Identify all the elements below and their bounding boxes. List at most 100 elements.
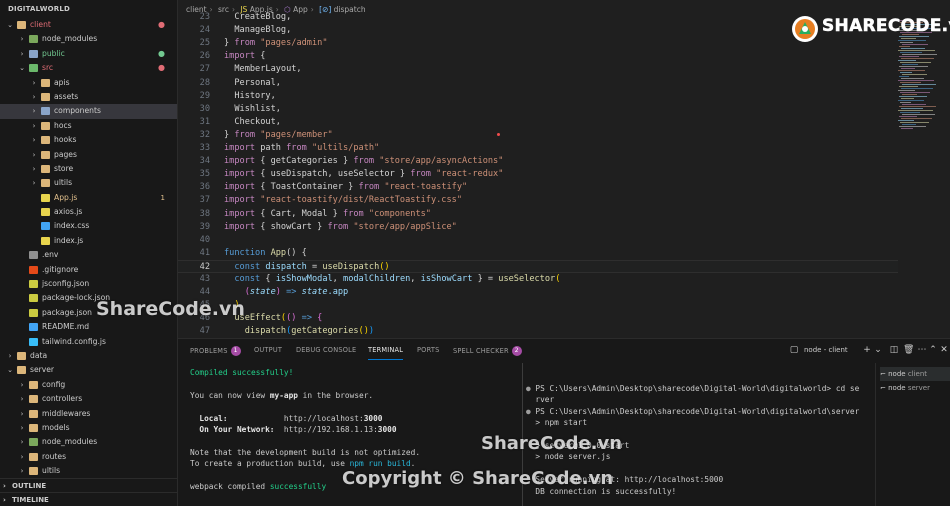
outline-section[interactable]: › OUTLINE: [0, 478, 177, 492]
panel-tab-terminal[interactable]: TERMINAL: [368, 346, 404, 360]
code-line[interactable]: 34 import { getCategories } from "store/a…: [178, 155, 898, 168]
code-token: "react-toastify/dist/ReactToastify.css": [255, 195, 463, 206]
tree-item-label: store: [54, 163, 74, 173]
tree-item[interactable]: › node_modules: [0, 435, 177, 449]
tree-item[interactable]: App.js 1: [0, 191, 177, 205]
tree-item[interactable]: › hooks: [0, 133, 177, 147]
chevron-right-icon: ›: [3, 496, 6, 504]
tree-item[interactable]: › assets: [0, 90, 177, 104]
code-line[interactable]: 27 MemberLayout,: [178, 63, 898, 76]
code-line[interactable]: 31 Checkout,: [178, 116, 898, 129]
folder-icon: [29, 467, 38, 476]
tree-item[interactable]: tailwind.config.js: [0, 335, 177, 349]
tree-item[interactable]: › controllers: [0, 392, 177, 406]
tree-item[interactable]: › store: [0, 162, 177, 176]
tree-item[interactable]: ⌄ client ●: [0, 18, 177, 32]
code-token: (: [555, 274, 561, 284]
chevron-down-icon[interactable]: ⌄: [873, 345, 883, 355]
folder-icon: [29, 380, 38, 389]
code-token: History,: [224, 90, 276, 101]
code-line[interactable]: 45 ): [178, 299, 898, 312]
code-line[interactable]: 36 import { ToastContainer } from "react-…: [178, 181, 898, 194]
tree-item[interactable]: jsconfig.json: [0, 277, 177, 291]
code-line[interactable]: 43 const { isShowModal, modalChildren, i…: [178, 273, 898, 286]
add-terminal-icon[interactable]: +: [862, 345, 872, 355]
terminal-line: Compiled successfully!: [190, 367, 420, 378]
tree-item[interactable]: › models: [0, 421, 177, 435]
code-token: "store/app/asyncActions": [374, 156, 504, 167]
tree-item[interactable]: .gitignore: [0, 263, 177, 277]
code-line[interactable]: 26 import {: [178, 50, 898, 63]
line-number: 32: [199, 129, 210, 140]
code-line[interactable]: 30 Wishlist,: [178, 103, 898, 116]
code-line[interactable]: 40: [178, 234, 898, 247]
tree-item[interactable]: README.md: [0, 320, 177, 334]
more-actions-icon[interactable]: ⋯: [917, 345, 927, 355]
tree-item[interactable]: › middlewares: [0, 407, 177, 421]
panel-tab-debug-console[interactable]: DEBUG CONSOLE: [296, 346, 356, 354]
tree-item[interactable]: › routes: [0, 450, 177, 464]
code-line[interactable]: 38 import { Cart, Modal } from "component…: [178, 208, 898, 221]
tree-item[interactable]: › data: [0, 349, 177, 363]
tree-item[interactable]: › config: [0, 378, 177, 392]
code-line[interactable]: 39 import { showCart } from "store/app/ap…: [178, 221, 898, 234]
terminal-name: node: [888, 370, 906, 378]
trash-icon[interactable]: 🗑: [903, 345, 914, 355]
code-token: isShowModal: [275, 274, 333, 284]
code-line[interactable]: 35 import { useDispatch, useSelector } fr…: [178, 168, 898, 181]
tree-item[interactable]: .env: [0, 248, 177, 262]
git-status-dot-icon: ●: [158, 63, 165, 73]
chevron-right-icon: ›: [20, 452, 24, 461]
folder-icon: [41, 78, 50, 87]
code-line[interactable]: 44 (state) => state.app: [178, 286, 898, 299]
code-text: import { getCategories } from "store/app…: [224, 155, 503, 168]
tree-item[interactable]: › components: [0, 104, 177, 119]
code-editor[interactable]: client › src › JS App.js › ⬡ App › [⊘] dispa…: [178, 0, 950, 338]
tree-item[interactable]: › ultils: [0, 176, 177, 190]
code-line[interactable]: 42 const dispatch = useDispatch(): [178, 259, 898, 273]
tree-item[interactable]: index.css: [0, 219, 177, 233]
tree-item[interactable]: › public ●: [0, 47, 177, 61]
line-number: 36: [199, 182, 210, 193]
terminal-text: http://localhost:: [227, 413, 364, 423]
terminal-text: in the browser.: [297, 390, 374, 400]
panel-tab-output[interactable]: OUTPUT: [254, 346, 282, 354]
panel-tab-problems[interactable]: PROBLEMS 1: [190, 346, 241, 356]
terminal-text: webpack compiled: [190, 481, 270, 491]
timeline-section[interactable]: › TIMELINE: [0, 492, 177, 506]
tree-item[interactable]: ⌄ server: [0, 363, 177, 377]
tree-item-label: data: [30, 350, 48, 360]
maximize-panel-icon[interactable]: ⌃: [928, 345, 938, 355]
code-line[interactable]: 33 import path from "ultils/path": [178, 142, 898, 155]
tree-item[interactable]: › ultils: [0, 464, 177, 478]
code-line[interactable]: 32} from "pages/member": [178, 129, 898, 142]
panel-tab-ports[interactable]: PORTS: [417, 346, 439, 354]
panel-tab-spell-checker[interactable]: SPELL CHECKER 2: [453, 346, 522, 356]
code-line[interactable]: 46 useEffect(() => {: [178, 312, 898, 325]
code-line[interactable]: 41 function App() {: [178, 247, 898, 260]
terminal-text: Local:: [199, 413, 228, 423]
tree-item[interactable]: › node_modules: [0, 32, 177, 46]
tree-item[interactable]: index.js: [0, 234, 177, 248]
tree-item[interactable]: ⌄ src ●: [0, 61, 177, 75]
split-terminal-icon[interactable]: ◫: [889, 345, 899, 355]
tree-item[interactable]: › hocs: [0, 119, 177, 133]
chevron-right-icon: ›: [20, 409, 24, 418]
terminal-title[interactable]: node - client: [804, 346, 848, 354]
tree-item[interactable]: axios.js: [0, 205, 177, 219]
folder-icon: [17, 351, 26, 360]
code-line[interactable]: 47 dispatch(getCategories()): [178, 325, 898, 338]
timeline-label: TIMELINE: [12, 496, 49, 504]
code-token: { Cart, Modal }: [255, 208, 344, 219]
code-token: Checkout,: [224, 116, 281, 127]
terminal-list-item[interactable]: ⌐ node server: [880, 381, 930, 395]
code-line[interactable]: 28 Personal,: [178, 77, 898, 90]
code-line[interactable]: 29 History,: [178, 90, 898, 103]
code-text: dispatch(getCategories()): [224, 325, 374, 338]
code-token: MemberLayout,: [224, 64, 302, 75]
code-line[interactable]: 37 import "react-toastify/dist/ReactToast…: [178, 194, 898, 207]
close-icon[interactable]: ✕: [939, 345, 949, 355]
tree-item[interactable]: › pages: [0, 148, 177, 162]
tree-item[interactable]: › apis: [0, 76, 177, 90]
terminal-list-item[interactable]: ⌐ node client: [880, 367, 950, 381]
